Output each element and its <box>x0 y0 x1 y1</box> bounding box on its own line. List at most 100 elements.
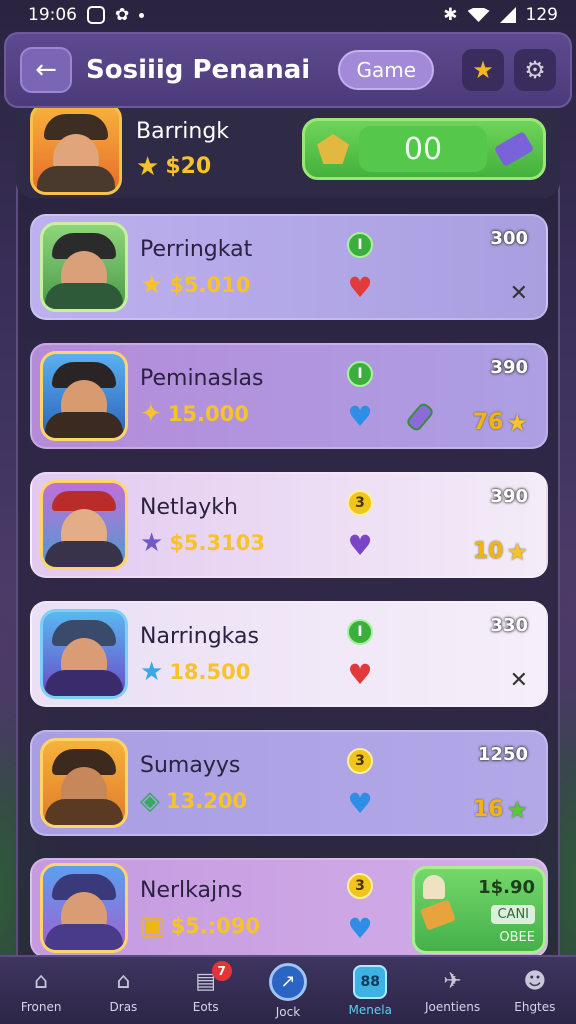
star-button[interactable]: ★ <box>462 49 504 91</box>
leaderboard-row[interactable]: Netlaykh ★ $5.3103 3 ♥ 390 10 ★ <box>30 472 548 578</box>
gem-icon: ◈ <box>140 785 160 816</box>
shield-icon: ♥ <box>347 400 373 433</box>
player-name: Narringkas <box>140 623 259 649</box>
level-badge: I <box>347 361 373 387</box>
nav-label: Dras <box>109 999 138 1014</box>
dot-icon <box>139 12 145 18</box>
nav-label: Menela <box>348 1002 392 1017</box>
avatar <box>40 609 128 699</box>
player-score: 390 <box>490 357 528 378</box>
avatar <box>40 480 128 570</box>
reward-amount: 1$.90 <box>478 876 535 898</box>
app-notification-icon <box>87 6 105 24</box>
nav-item-jock[interactable]: ↗ Jock <box>247 957 329 1024</box>
nav-label: Joentiens <box>424 999 481 1014</box>
level-badge: 3 <box>347 490 373 516</box>
leaderboard-row[interactable]: Narringkas ★ 18.500 I ♥ 330 ✕ <box>30 601 548 707</box>
counter-value: 00 <box>359 126 487 172</box>
rank-badge: 76 ★ <box>472 408 528 437</box>
avatar <box>30 103 122 195</box>
arrow-left-icon: ← <box>35 55 57 85</box>
gamepad-icon: ✿ <box>115 5 130 25</box>
star-icon: ★ <box>136 151 160 182</box>
shield-icon: ♥ <box>347 912 373 945</box>
nav-item-ehgtes[interactable]: ☻ Ehgtes <box>494 957 576 1024</box>
rank-badge: 10 ★ <box>472 537 528 566</box>
shield-icon: ♥ <box>347 787 373 820</box>
bluetooth-icon: ✱ <box>443 5 458 25</box>
status-time: 19:06 <box>28 5 77 25</box>
player-name: Barringk <box>136 118 230 144</box>
avatar <box>40 738 128 828</box>
nav-item-fronen[interactable]: ⌂ Fronen <box>0 957 82 1024</box>
app-header: ← Sosiiig Penanai Game ★ ⚙ <box>4 32 572 108</box>
nav-item-menela[interactable]: 88 Menela <box>329 957 411 1024</box>
heart-icon: ♥ <box>347 658 373 691</box>
player-price: $5.010 <box>169 272 251 297</box>
back-button[interactable]: ← <box>20 47 72 93</box>
notification-badge: 7 <box>211 961 232 981</box>
reward-panel[interactable]: 1$.90 CANI OBEE <box>412 866 546 954</box>
player-name: Peminaslas <box>140 365 264 391</box>
player-price: $5.3103 <box>169 530 265 555</box>
player-score: 1250 <box>477 744 528 765</box>
avatar <box>40 222 128 312</box>
player-price: 15.000 <box>167 401 249 426</box>
featured-player-card[interactable]: Barringk ★ $20 00 <box>16 100 560 198</box>
star-icon: ★ <box>506 408 528 437</box>
sparkle-icon: ✕ <box>509 668 528 693</box>
level-badge: I <box>347 619 373 645</box>
gear-icon: ⚙ <box>524 56 546 84</box>
reward-label: OBEE <box>499 930 535 945</box>
wifi-icon <box>467 8 490 22</box>
nav-label: Ehgtes <box>514 999 556 1014</box>
nav-item-eots[interactable]: ▤ 7 Eots <box>165 957 247 1024</box>
level-badge: 3 <box>347 748 373 774</box>
star-icon: ★ <box>140 269 164 300</box>
nav-label: Fronen <box>20 999 62 1014</box>
bell-icon <box>423 875 445 899</box>
home-icon: ⌂ <box>34 969 49 994</box>
leaderboard-row[interactable]: Sumayys ◈ 13.200 3 ♥ 1250 16 ★ <box>30 730 548 836</box>
game-button[interactable]: Game <box>338 50 434 90</box>
avatar <box>40 863 128 953</box>
rank-badge: 16 ★ <box>472 795 528 824</box>
ticket-icon <box>420 899 456 930</box>
star-icon: ★ <box>506 537 528 566</box>
cancel-button[interactable]: CANI <box>491 905 535 924</box>
level-badge: 3 <box>347 873 373 899</box>
signal-icon <box>499 7 516 23</box>
house-icon: ⌂ <box>116 969 131 994</box>
settings-button[interactable]: ⚙ <box>514 49 556 91</box>
player-score: 390 <box>490 486 528 507</box>
leaderboard-row[interactable]: Peminaslas ✦ 15.000 I ♥ 390 76 ★ <box>30 343 548 449</box>
reward-counter-button[interactable]: 00 <box>302 118 546 180</box>
player-price: 18.500 <box>169 659 251 684</box>
bottom-navigation: ⌂ Fronen ⌂ Dras ▤ 7 Eots ↗ Jock 88 Menel… <box>0 955 576 1024</box>
player-score: 330 <box>490 615 528 636</box>
card-icon: ▣ <box>140 910 165 941</box>
level-badge: I <box>347 232 373 258</box>
heart-icon: ♥ <box>347 271 373 304</box>
gold-gem-icon <box>317 134 349 164</box>
star-icon: ★ <box>140 527 164 558</box>
page-title: Sosiiig Penanai <box>86 55 311 85</box>
compass-icon: ↗ <box>268 962 307 1001</box>
nav-item-joentiens[interactable]: ✈ Joentiens <box>411 957 493 1024</box>
shield-icon: ♥ <box>347 529 373 562</box>
battery-level: 129 <box>525 5 558 25</box>
player-price: $20 <box>165 154 212 179</box>
nav-label: Eots <box>192 999 219 1014</box>
leaderboard-row[interactable]: Perringkat ★ $5.010 I ♥ 300 ✕ <box>30 214 548 320</box>
sword-icon: ✦ <box>140 398 162 429</box>
status-bar: 19:06 ✿ ✱ 129 <box>0 0 576 30</box>
star-icon: ★ <box>472 56 494 84</box>
player-name: Sumayys <box>140 752 241 778</box>
nav-label: Jock <box>275 1004 301 1019</box>
player-score: 300 <box>490 228 528 249</box>
player-price: 13.200 <box>166 788 248 813</box>
player-name: Perringkat <box>140 236 253 262</box>
profile-icon: ☻ <box>523 969 547 994</box>
purple-crystal-icon <box>493 130 535 168</box>
nav-item-dras[interactable]: ⌂ Dras <box>82 957 164 1024</box>
